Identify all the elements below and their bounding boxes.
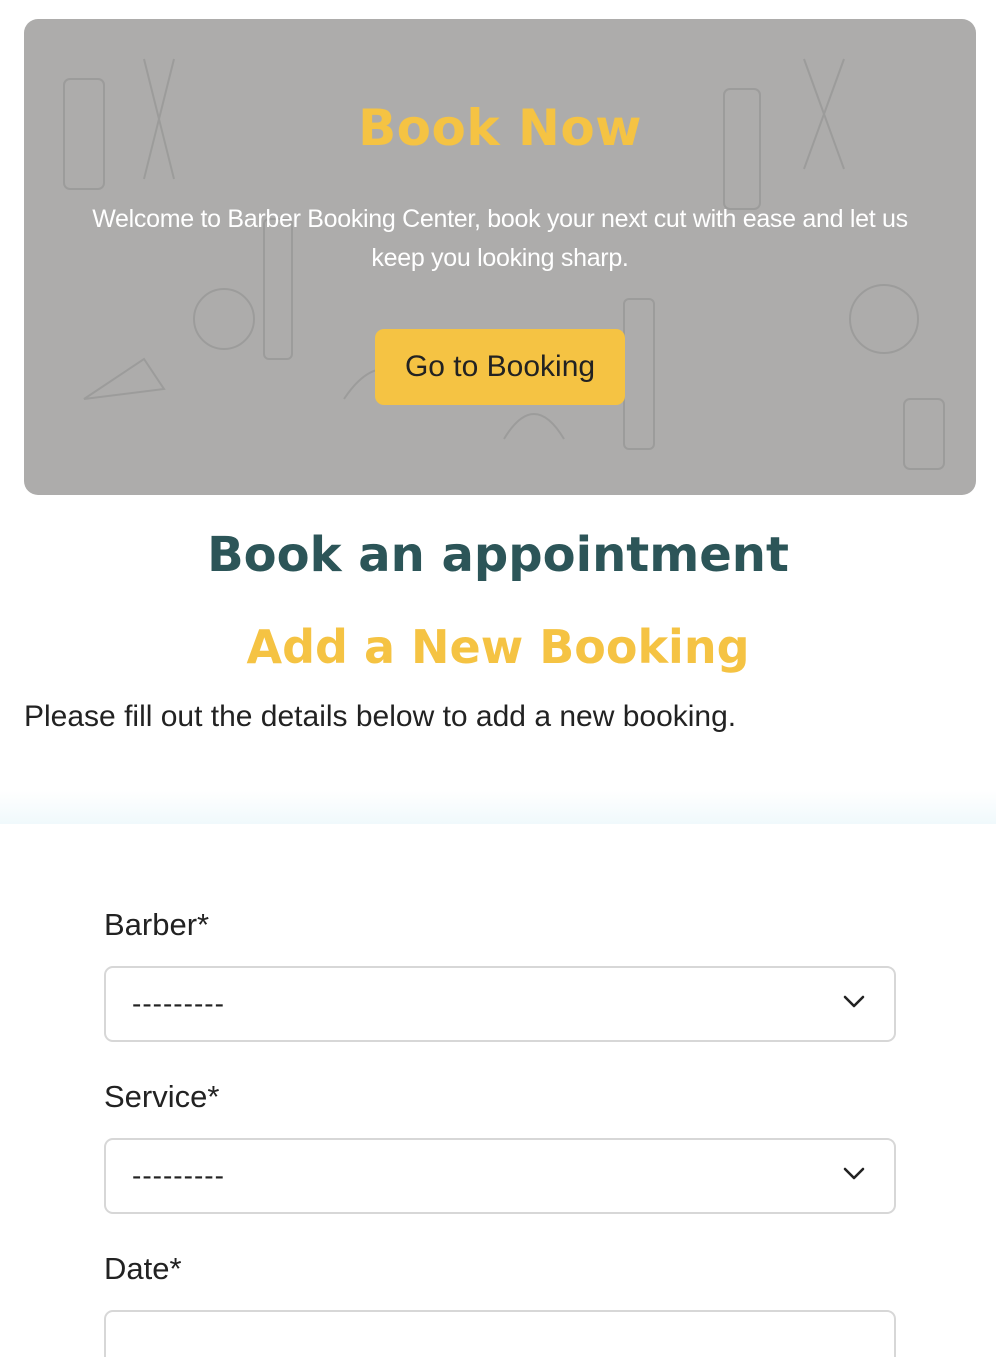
chevron-down-icon — [843, 995, 865, 1008]
hero-text: Welcome to Barber Booking Center, book y… — [92, 205, 908, 272]
section-divider — [0, 790, 996, 824]
barber-select-value: --------- — [132, 988, 225, 1019]
service-select-value: --------- — [132, 1160, 225, 1191]
page-title: Book an appointment — [207, 527, 789, 583]
date-input[interactable] — [104, 1310, 896, 1357]
date-label: Date* — [104, 1251, 182, 1286]
service-label: Service* — [104, 1079, 220, 1114]
service-select[interactable]: --------- — [104, 1138, 896, 1214]
barber-select[interactable]: --------- — [104, 966, 896, 1042]
go-to-booking-button[interactable]: Go to Booking — [375, 329, 625, 405]
barber-label: Barber* — [104, 907, 210, 942]
hero-title: Book Now — [358, 99, 642, 157]
hero-banner: Book Now Welcome to Barber Booking Cente… — [24, 19, 976, 495]
page-subtitle: Add a New Booking — [246, 620, 750, 674]
intro-text: Please fill out the details below to add… — [24, 700, 737, 733]
chevron-down-icon — [843, 1167, 865, 1180]
